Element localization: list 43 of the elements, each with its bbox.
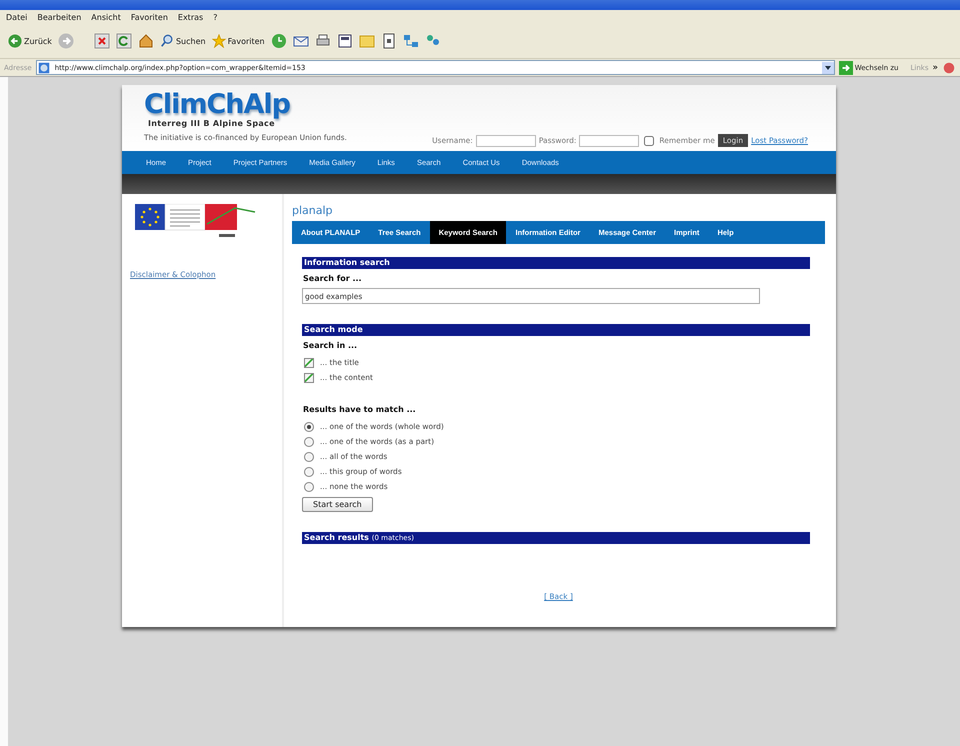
app-title: planalp: [292, 204, 334, 217]
section-heading: Search mode: [302, 324, 810, 336]
site-subtitle: Interreg III B Alpine Space: [148, 119, 276, 128]
start-search-button[interactable]: Start search: [302, 497, 373, 512]
star-icon: [212, 34, 226, 48]
checkbox[interactable]: [304, 358, 314, 368]
radio-button[interactable]: [304, 422, 314, 432]
username-field[interactable]: [476, 134, 536, 146]
page-icon: [36, 60, 51, 74]
dropdown-icon[interactable]: [822, 62, 834, 74]
search-button[interactable]: Suchen: [160, 34, 206, 48]
menu-item[interactable]: Extras: [178, 12, 204, 22]
stop-icon[interactable]: [94, 33, 110, 49]
document-icon[interactable]: [336, 33, 353, 49]
more-chevron[interactable]: »: [932, 62, 938, 72]
radio-button[interactable]: [304, 482, 314, 492]
radio-button[interactable]: [304, 452, 314, 462]
folder-icon[interactable]: [358, 33, 375, 49]
section-heading: Information search: [302, 257, 810, 269]
radio-button[interactable]: [304, 436, 314, 446]
match-label: Results have to match ...: [303, 405, 417, 414]
remember-checkbox[interactable]: [644, 136, 654, 146]
checkbox[interactable]: [304, 372, 314, 382]
toolbar-icon[interactable]: [942, 60, 956, 74]
page-icon[interactable]: [380, 33, 397, 49]
site-logo[interactable]: ClimChAlp: [144, 91, 347, 119]
menu-item[interactable]: ?: [213, 12, 218, 22]
back-button[interactable]: Zurück: [8, 34, 52, 48]
menu-item[interactable]: Ansicht: [91, 12, 121, 22]
menu-item[interactable]: Favoriten: [130, 12, 168, 22]
search-icon: [160, 34, 174, 48]
home-icon[interactable]: [138, 33, 154, 49]
password-field[interactable]: [579, 134, 640, 146]
results-heading: Search results: [304, 533, 369, 542]
refresh-icon[interactable]: [116, 33, 132, 49]
network-icon[interactable]: [402, 33, 419, 49]
history-icon[interactable]: [270, 33, 287, 49]
favorites-button[interactable]: Favoriten: [212, 34, 265, 48]
search-for-label: Search for ...: [303, 274, 363, 283]
radio-button[interactable]: [304, 466, 314, 476]
menu-item[interactable]: Bearbeiten: [37, 12, 82, 22]
search-in-label: Search in ...: [303, 341, 358, 350]
menu-item[interactable]: Datei: [6, 12, 28, 22]
